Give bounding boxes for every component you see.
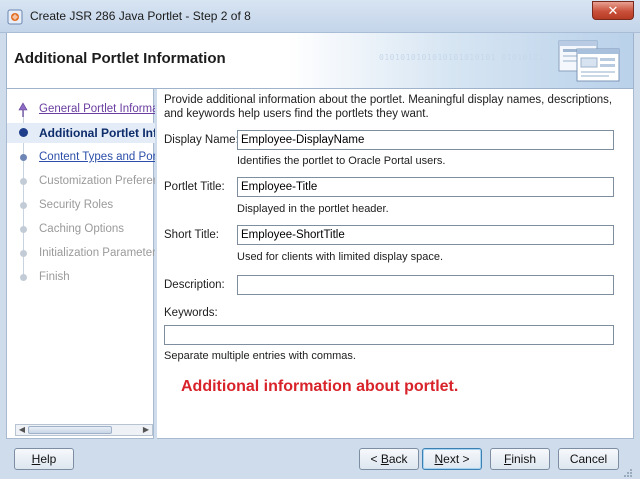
- nav-step-label: Finish: [39, 271, 70, 283]
- step-dot: [20, 178, 27, 185]
- step-dot: [20, 250, 27, 257]
- title-bar: Create JSR 286 Java Portlet - Step 2 of …: [0, 0, 640, 33]
- nav-step-security-roles: Security Roles: [7, 196, 155, 216]
- scroll-right-icon[interactable]: ▶: [140, 424, 152, 436]
- main-panel: Provide additional information about the…: [157, 89, 634, 439]
- portlet-title-label: Portlet Title:: [164, 181, 225, 193]
- current-step-dot: [19, 128, 28, 137]
- back-button[interactable]: < Back: [359, 448, 419, 470]
- wizard-document-icon: [558, 40, 620, 82]
- close-icon: ✕: [607, 3, 619, 18]
- scroll-left-icon[interactable]: ◀: [16, 424, 28, 436]
- keywords-label: Keywords:: [164, 307, 218, 319]
- nav-step-label: Initialization Parameters: [39, 247, 155, 259]
- step-dot: [20, 226, 27, 233]
- next-button[interactable]: Next >: [422, 448, 482, 470]
- nav-step-finish: Finish: [7, 268, 155, 288]
- description-label: Description:: [164, 279, 225, 291]
- short-title-hint: Used for clients with limited display sp…: [237, 251, 444, 263]
- wizard-header: Additional Portlet Information 010101010…: [6, 33, 634, 89]
- app-icon: [7, 9, 23, 25]
- display-name-input[interactable]: [237, 130, 614, 150]
- step-dot: [20, 202, 27, 209]
- nav-step-label: General Portlet Information: [39, 103, 155, 115]
- annotation-callout: Additional information about portlet.: [181, 378, 459, 395]
- nav-step-label: Customization Preferences: [39, 175, 155, 187]
- wizard-steps-nav: General Portlet Information Additional P…: [6, 89, 155, 439]
- keywords-hint: Separate multiple entries with commas.: [164, 350, 356, 362]
- nav-step-customization: Customization Preferences: [7, 172, 155, 192]
- nav-step-init-params: Initialization Parameters: [7, 244, 155, 264]
- button-bar: Help < Back Next > Finish Cancel: [6, 439, 634, 479]
- nav-step-additional-info[interactable]: Additional Portlet Information: [7, 123, 155, 143]
- nav-step-label: Security Roles: [39, 199, 114, 211]
- binary-decoration: 0101010101010101010101 01010101: [379, 53, 544, 62]
- description-input[interactable]: [237, 275, 614, 295]
- intro-text: Provide additional information about the…: [164, 94, 613, 120]
- step-dot: [20, 154, 27, 161]
- keywords-input[interactable]: [164, 325, 614, 345]
- close-button[interactable]: ✕: [592, 1, 634, 20]
- pushpin-icon: [18, 102, 28, 117]
- help-button[interactable]: Help: [14, 448, 74, 470]
- window-title: Create JSR 286 Java Portlet - Step 2 of …: [30, 9, 251, 23]
- wizard-window: Create JSR 286 Java Portlet - Step 2 of …: [0, 0, 640, 479]
- short-title-input[interactable]: [237, 225, 614, 245]
- nav-step-label: Caching Options: [39, 223, 125, 235]
- nav-horizontal-scrollbar[interactable]: ◀ ▶: [15, 424, 153, 436]
- resize-grip-icon[interactable]: [623, 468, 633, 478]
- nav-step-general-info[interactable]: General Portlet Information: [7, 100, 155, 120]
- nav-step-label: Additional Portlet Information: [39, 126, 155, 140]
- scrollbar-thumb[interactable]: [28, 426, 112, 434]
- nav-step-caching: Caching Options: [7, 220, 155, 240]
- page-title: Additional Portlet Information: [14, 50, 226, 67]
- portlet-title-hint: Displayed in the portlet header.: [237, 203, 389, 215]
- cancel-button[interactable]: Cancel: [558, 448, 619, 470]
- step-dot: [20, 274, 27, 281]
- portlet-title-input[interactable]: [237, 177, 614, 197]
- nav-step-content-types[interactable]: Content Types and Portlet Modes: [7, 148, 155, 168]
- short-title-label: Short Title:: [164, 229, 219, 241]
- display-name-label: Display Name:: [164, 134, 239, 146]
- finish-button[interactable]: Finish: [490, 448, 550, 470]
- nav-step-label: Content Types and Portlet Modes: [39, 151, 155, 163]
- display-name-hint: Identifies the portlet to Oracle Portal …: [237, 155, 446, 167]
